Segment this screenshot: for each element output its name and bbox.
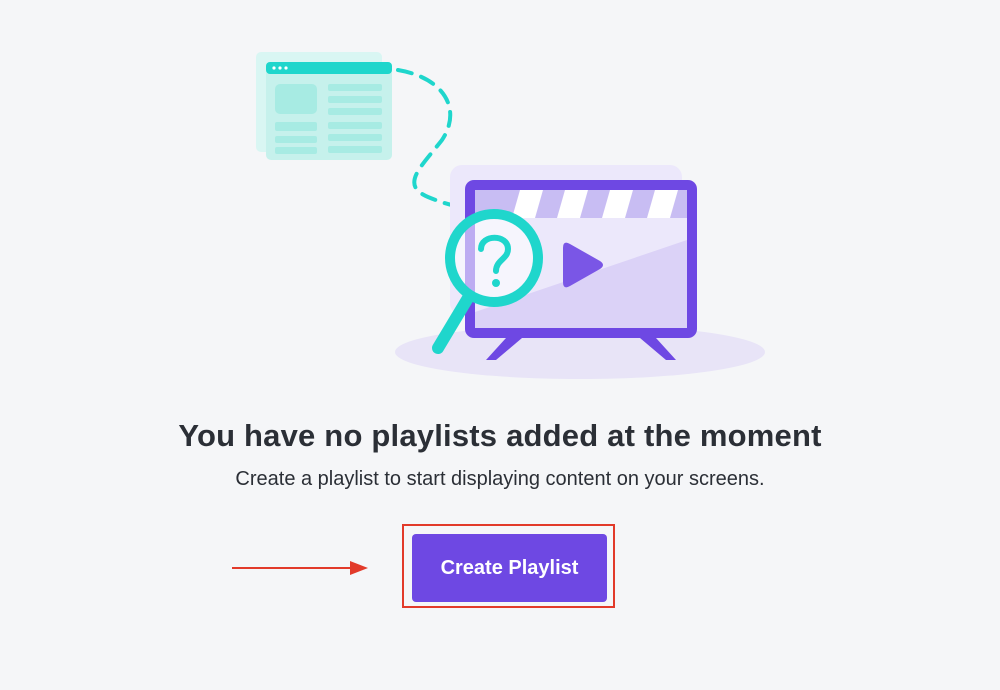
arrow-right-icon <box>232 561 368 575</box>
empty-playlist-illustration <box>256 52 765 379</box>
create-playlist-button[interactable]: Create Playlist <box>412 534 607 602</box>
empty-state-title: You have no playlists added at the momen… <box>178 418 822 453</box>
empty-state-subtitle: Create a playlist to start displaying co… <box>235 468 765 490</box>
browser-window-icon <box>256 52 392 160</box>
